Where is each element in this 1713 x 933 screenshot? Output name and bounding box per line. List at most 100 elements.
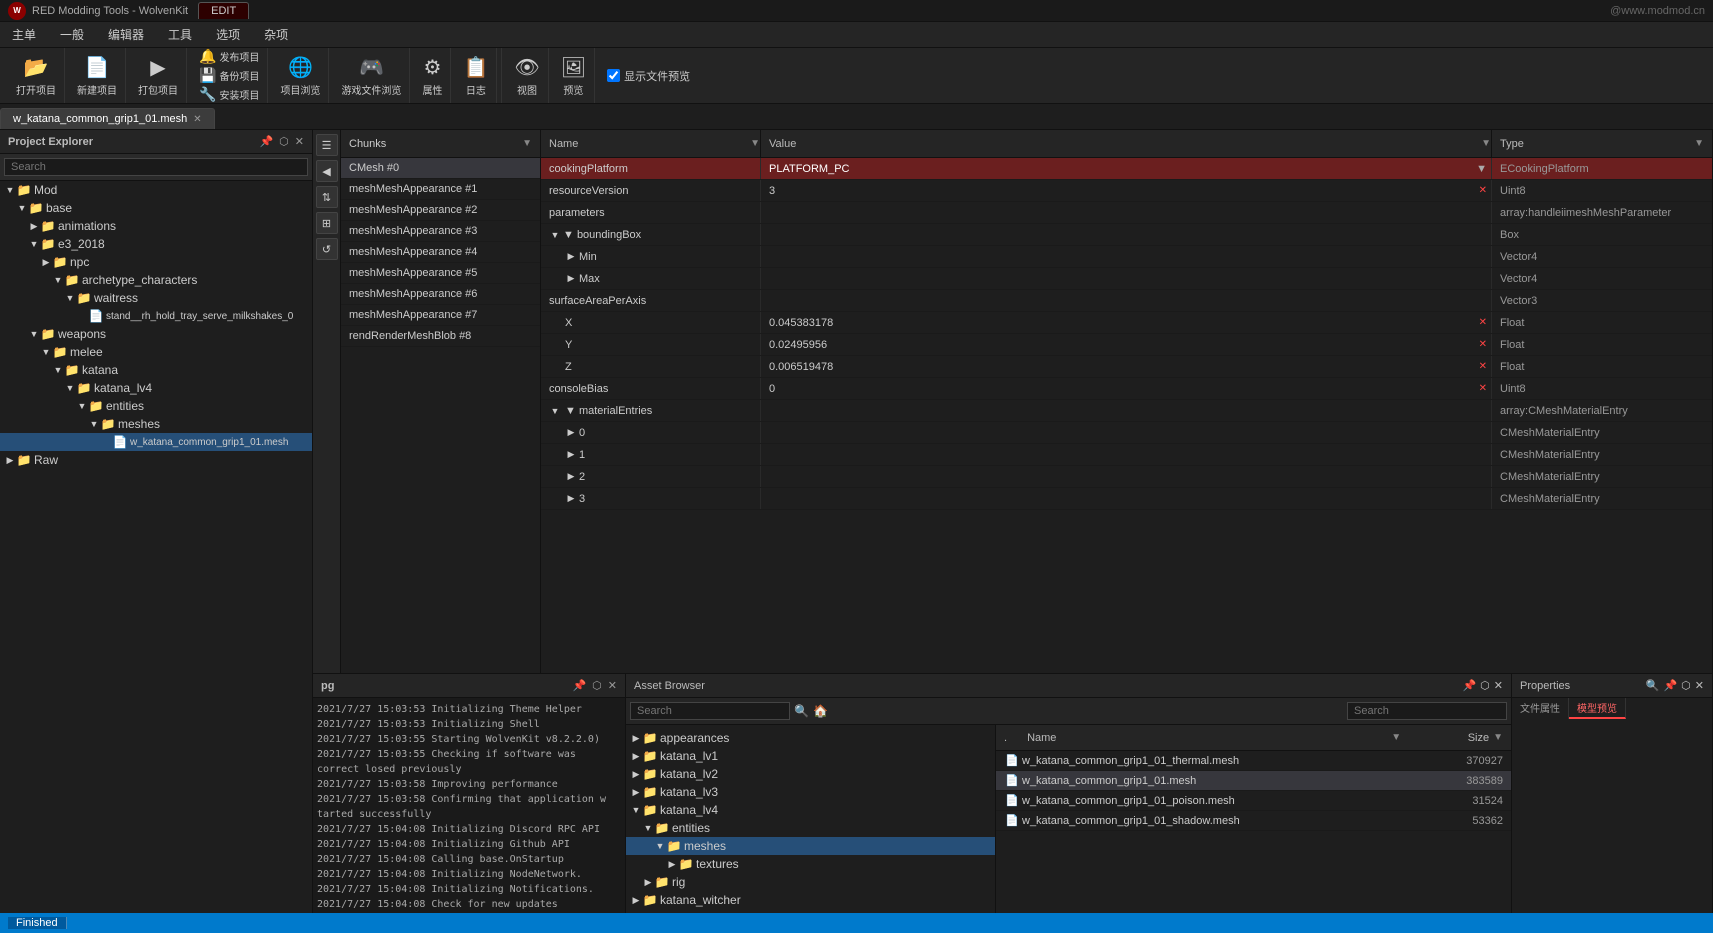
close-icon-y[interactable]: ✕ <box>1479 339 1487 350</box>
expand-icon[interactable]: ▶ <box>565 273 577 284</box>
expand-icon[interactable]: ⬡ <box>1681 679 1691 692</box>
menu-misc[interactable]: 杂项 <box>252 22 300 47</box>
tree-item-meshes[interactable]: ▼ 📁 meshes <box>0 415 312 433</box>
tree-item-raw[interactable]: ▶ 📁 Raw <box>0 451 312 469</box>
asset-filter-input[interactable] <box>1347 702 1507 720</box>
prop-row-bounding[interactable]: ▼ ▼ boundingBox Box <box>541 224 1712 246</box>
asset-tree-entities[interactable]: ▼ 📁 entities <box>626 819 995 837</box>
show-preview-input[interactable] <box>607 69 620 82</box>
tree-item-e3[interactable]: ▼ 📁 e3_2018 <box>0 235 312 253</box>
asset-file-row-0[interactable]: 📄 w_katana_common_grip1_01_thermal.mesh … <box>996 751 1511 771</box>
tree-item-weapons[interactable]: ▼ 📁 weapons <box>0 325 312 343</box>
file-tab[interactable]: w_katana_common_grip1_01.mesh ✕ <box>0 108 215 129</box>
expand-icon[interactable]: ▶ <box>565 427 577 438</box>
asset-tree-lv3[interactable]: ▶ 📁 katana_lv3 <box>626 783 995 801</box>
prop-row-x[interactable]: X 0.045383178 ✕ Float <box>541 312 1712 334</box>
tree-item-entities[interactable]: ▼ 📁 entities <box>0 397 312 415</box>
tree-item-waitress[interactable]: ▼ 📁 waitress <box>0 289 312 307</box>
asset-tree-meshes[interactable]: ▼ 📁 meshes <box>626 837 995 855</box>
tab-file-props[interactable]: 文件属性 <box>1512 698 1569 719</box>
properties-button[interactable]: ⚙ 属性 <box>414 48 451 103</box>
expand-icon[interactable]: ⬡ <box>592 679 602 692</box>
chunk-item-1[interactable]: meshMeshAppearance #1 <box>341 179 540 200</box>
project-search-input[interactable] <box>4 158 308 176</box>
asset-tree-rig[interactable]: ▶ 📁 rig <box>626 873 995 891</box>
prop-row-y[interactable]: Y 0.02495956 ✕ Float <box>541 334 1712 356</box>
asset-search-input[interactable] <box>630 702 790 720</box>
chunk-item-rend[interactable]: rendRenderMeshBlob #8 <box>341 326 540 347</box>
prop-row-mat2[interactable]: ▶ 2 CMeshMaterialEntry <box>541 466 1712 488</box>
prop-row-min[interactable]: ▶ Min Vector4 <box>541 246 1712 268</box>
menu-tools[interactable]: 工具 <box>156 22 204 47</box>
expand-icon[interactable]: ▼ <box>549 406 561 416</box>
prop-row-mat0[interactable]: ▶ 0 CMeshMaterialEntry <box>541 422 1712 444</box>
show-preview-checkbox[interactable]: 显示文件预览 <box>599 64 698 88</box>
filter-col-icon[interactable]: ▼ <box>1391 732 1401 743</box>
expand-icon[interactable]: ▼ <box>549 230 561 240</box>
preview-button[interactable]: 🖼 预览 <box>553 48 595 103</box>
chunk-item-7[interactable]: meshMeshAppearance #7 <box>341 305 540 326</box>
menu-general[interactable]: 一般 <box>48 22 96 47</box>
asset-file-row-1[interactable]: 📄 w_katana_common_grip1_01.mesh 383589 <box>996 771 1511 791</box>
prop-row-console[interactable]: consoleBias 0 ✕ Uint8 <box>541 378 1712 400</box>
pack-project-button[interactable]: ▶ 打包项目 <box>130 48 187 103</box>
menu-editor[interactable]: 编辑器 <box>96 22 156 47</box>
close-icon[interactable]: ✕ <box>608 679 617 692</box>
publish-group[interactable]: 🔔 发布项目 💾 备份项目 🔧 安装项目 <box>191 48 268 103</box>
close-icon-resource[interactable]: ✕ <box>1479 185 1487 196</box>
tree-item-melee[interactable]: ▼ 📁 melee <box>0 343 312 361</box>
arrow-left-button[interactable]: ◀ <box>316 160 338 182</box>
panel-expand-icon[interactable]: ⬡ <box>279 135 289 148</box>
hamburger-button[interactable]: ☰ <box>316 134 338 156</box>
pin-icon[interactable]: 📌 <box>572 679 586 692</box>
tree-item-animations[interactable]: ▶ 📁 animations <box>0 217 312 235</box>
chunk-item-6[interactable]: meshMeshAppearance #6 <box>341 284 540 305</box>
asset-tree-lv1[interactable]: ▶ 📁 katana_lv1 <box>626 747 995 765</box>
prop-row-cooking[interactable]: cookingPlatform PLATFORM_PC ▼ ECookingPl… <box>541 158 1712 180</box>
close-icon[interactable]: ✕ <box>1695 679 1704 692</box>
expand-icon[interactable]: ⬡ <box>1480 679 1490 692</box>
chunk-item-5[interactable]: meshMeshAppearance #5 <box>341 263 540 284</box>
expand-icon[interactable]: ▶ <box>565 493 577 504</box>
close-icon-z[interactable]: ✕ <box>1479 361 1487 372</box>
project-browser-button[interactable]: 🌐 项目浏览 <box>272 48 329 103</box>
chunk-item-4[interactable]: meshMeshAppearance #4 <box>341 242 540 263</box>
prop-row-surface[interactable]: surfaceAreaPerAxis Vector3 <box>541 290 1712 312</box>
type-filter-icon[interactable]: ▼ <box>1694 138 1704 149</box>
log-button[interactable]: 📋 日志 <box>455 48 497 103</box>
tree-item-stand[interactable]: 📄 stand__rh_hold_tray_serve_milkshakes_0 <box>0 307 312 325</box>
game-files-button[interactable]: 🎮 游戏文件浏览 <box>333 48 410 103</box>
asset-tree-lv2[interactable]: ▶ 📁 katana_lv2 <box>626 765 995 783</box>
chunk-item-2[interactable]: meshMeshAppearance #2 <box>341 200 540 221</box>
dropdown-arrow[interactable]: ▼ <box>1476 163 1487 175</box>
pin-icon[interactable]: 📌 <box>1462 679 1476 692</box>
tab-model-preview[interactable]: 模型预览 <box>1569 698 1626 719</box>
refresh-button[interactable]: ↺ <box>316 238 338 260</box>
tree-item-npc[interactable]: ▶ 📁 npc <box>0 253 312 271</box>
asset-tree-textures[interactable]: ▶ 📁 textures <box>626 855 995 873</box>
close-icon-x[interactable]: ✕ <box>1479 317 1487 328</box>
asset-file-row-3[interactable]: 📄 w_katana_common_grip1_01_shadow.mesh 5… <box>996 811 1511 831</box>
expand-icon[interactable]: ▶ <box>565 471 577 482</box>
prop-row-material[interactable]: ▼ ▼ materialEntries array:CMeshMaterialE… <box>541 400 1712 422</box>
asset-file-row-2[interactable]: 📄 w_katana_common_grip1_01_poison.mesh 3… <box>996 791 1511 811</box>
new-project-button[interactable]: 📄 新建项目 <box>69 48 126 103</box>
tree-item-base[interactable]: ▼ 📁 base <box>0 199 312 217</box>
pin-icon[interactable]: 📌 <box>1663 679 1677 692</box>
chunks-filter-icon[interactable]: ▼ <box>522 138 532 149</box>
tree-item-archetype[interactable]: ▼ 📁 archetype_characters <box>0 271 312 289</box>
home-icon[interactable]: 🏠 <box>813 704 828 718</box>
expand-icon[interactable]: ▶ <box>565 449 577 460</box>
menu-options[interactable]: 选项 <box>204 22 252 47</box>
prop-row-z[interactable]: Z 0.006519478 ✕ Float <box>541 356 1712 378</box>
tree-item-katana-lv4[interactable]: ▼ 📁 katana_lv4 <box>0 379 312 397</box>
tree-item-mod[interactable]: ▼ 📁 Mod <box>0 181 312 199</box>
asset-tree-witcher[interactable]: ▶ 📁 katana_witcher <box>626 891 995 909</box>
cr2w-tab[interactable]: EDIT <box>198 2 249 19</box>
close-icon-console[interactable]: ✕ <box>1479 383 1487 394</box>
arrows-button[interactable]: ⇅ <box>316 186 338 208</box>
prop-row-resource[interactable]: resourceVersion 3 ✕ Uint8 <box>541 180 1712 202</box>
menu-file[interactable]: 主单 <box>0 22 48 47</box>
chunk-item-3[interactable]: meshMeshAppearance #3 <box>341 221 540 242</box>
panel-close-icon[interactable]: ✕ <box>295 135 304 148</box>
